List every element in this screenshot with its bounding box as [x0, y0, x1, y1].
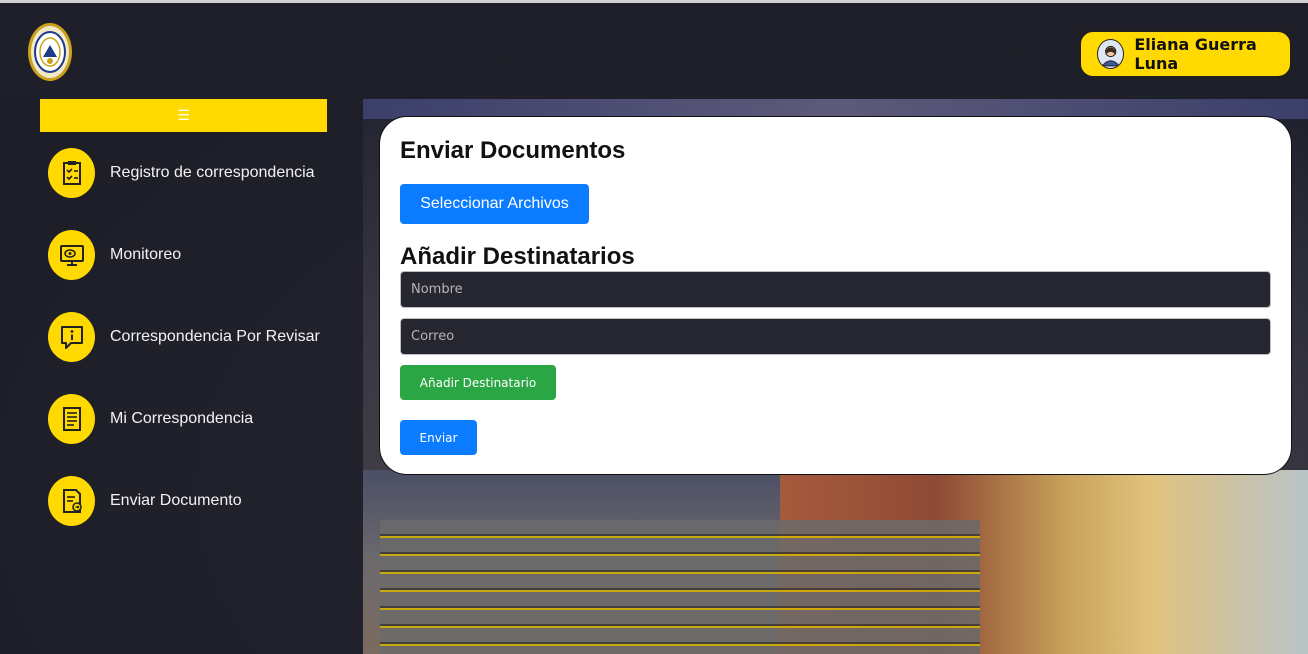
sidebar: ☰ Registro de correspondencia Monitoreo: [0, 99, 363, 654]
user-profile-button[interactable]: Eliana Guerra Luna: [1079, 30, 1292, 78]
send-button[interactable]: Enviar: [400, 420, 477, 455]
email-input[interactable]: [400, 318, 1271, 355]
sidebar-item-registro[interactable]: Registro de correspondencia: [48, 148, 348, 198]
sidebar-item-label: Monitoreo: [110, 246, 182, 263]
send-documents-card: Enviar Documentos Seleccionar Archivos A…: [379, 116, 1292, 475]
top-bar: Eliana Guerra Luna: [0, 0, 1308, 99]
sidebar-item-monitoreo[interactable]: Monitoreo: [48, 230, 348, 280]
sidebar-item-label: Correspondencia Por Revisar: [110, 328, 320, 345]
hamburger-icon: ☰: [177, 107, 190, 123]
user-avatar-icon: [1097, 39, 1125, 69]
document-list-icon: [48, 394, 95, 444]
add-recipient-button[interactable]: Añadir Destinatario: [400, 365, 556, 400]
info-message-icon: [48, 312, 95, 362]
select-files-button[interactable]: Seleccionar Archivos: [400, 184, 589, 224]
monitor-eye-icon: [48, 230, 95, 280]
menu-toggle-button[interactable]: ☰: [40, 99, 327, 132]
page-title: Enviar Documentos: [400, 137, 626, 164]
document-send-icon: [48, 476, 95, 526]
sidebar-item-label: Mi Correspondencia: [110, 410, 254, 427]
sidebar-item-mi-correspondencia[interactable]: Mi Correspondencia: [48, 394, 348, 444]
user-name: Eliana Guerra Luna: [1134, 35, 1257, 73]
university-seal-icon[interactable]: [28, 23, 72, 81]
clipboard-checklist-icon: [48, 148, 95, 198]
sidebar-item-label: Registro de correspondencia: [110, 164, 315, 181]
background-stairs: [380, 520, 980, 654]
sidebar-item-label: Enviar Documento: [110, 492, 242, 509]
sidebar-item-enviar-documento[interactable]: Enviar Documento: [48, 476, 348, 526]
name-input[interactable]: [400, 271, 1271, 308]
sidebar-item-por-revisar[interactable]: Correspondencia Por Revisar: [48, 312, 348, 362]
recipients-title: Añadir Destinatarios: [400, 243, 635, 270]
